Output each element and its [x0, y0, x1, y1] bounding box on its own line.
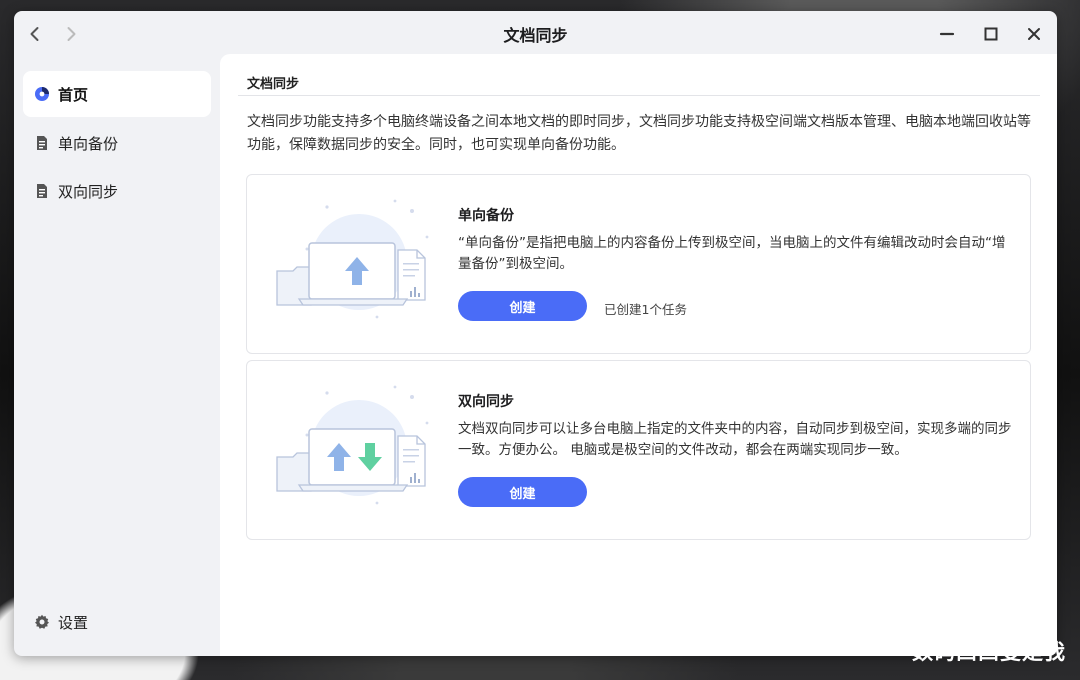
divider	[238, 95, 1040, 96]
home-icon	[34, 86, 50, 102]
sidebar-item-label: 双向同步	[58, 182, 119, 201]
upload-illustration	[276, 199, 429, 319]
close-icon	[1028, 28, 1040, 40]
sidebar-item-label: 单向备份	[58, 134, 119, 153]
sidebar-item-label: 设置	[58, 613, 89, 632]
main-content: 文档同步 文档同步功能支持多个电脑终端设备之间本地文档的即时同步，文档同步功能支…	[220, 54, 1057, 656]
sidebar-item-settings[interactable]: 设置	[23, 599, 211, 645]
document-icon	[34, 135, 50, 151]
sidebar-item-label: 首页	[58, 85, 89, 104]
title-bar: 文档同步	[14, 11, 1057, 55]
card-description: 文档双向同步可以让多台电脑上指定的文件夹中的内容，自动同步到极空间，实现多端的同…	[458, 421, 1012, 458]
gear-icon	[34, 614, 50, 630]
sidebar-item-two-way-sync[interactable]: 双向同步	[23, 168, 211, 214]
maximize-button[interactable]	[980, 23, 1002, 45]
section-title: 文档同步	[247, 77, 300, 92]
sync-illustration	[276, 385, 429, 505]
maximize-icon	[984, 27, 998, 41]
app-window: 文档同步 首页 单向备份 双向同步 设置 文档同步 文档同步功能支持多个电脑终端…	[14, 11, 1057, 656]
close-button[interactable]	[1023, 23, 1045, 45]
card-title: 单向备份	[458, 208, 514, 224]
one-way-backup-card: 单向备份 “单向备份”是指把电脑上的内容备份上传到极空间，当电脑上的文件有编辑改…	[246, 174, 1031, 354]
create-two-way-sync-button[interactable]: 创建	[458, 477, 587, 507]
sidebar-item-one-way-backup[interactable]: 单向备份	[23, 120, 211, 166]
watermark-text: 数码凹凸曼是我	[912, 640, 1066, 664]
create-one-way-backup-button[interactable]: 创建	[458, 291, 587, 321]
two-way-sync-card: 双向同步 文档双向同步可以让多台电脑上指定的文件夹中的内容，自动同步到极空间，实…	[246, 360, 1031, 540]
card-description: “单向备份”是指把电脑上的内容备份上传到极空间，当电脑上的文件有编辑改动时会自动…	[458, 235, 1006, 272]
card-title: 双向同步	[458, 394, 514, 410]
minimize-button[interactable]	[936, 23, 958, 45]
minimize-icon	[939, 32, 955, 36]
task-count-text: 已创建1个任务	[604, 302, 687, 317]
intro-text: 文档同步功能支持多个电脑终端设备之间本地文档的即时同步，文档同步功能支持极空间端…	[247, 114, 1031, 153]
sidebar: 首页 单向备份 双向同步 设置	[14, 55, 220, 656]
window-title: 文档同步	[503, 26, 568, 45]
sidebar-item-home[interactable]: 首页	[23, 71, 211, 117]
document-icon	[34, 183, 50, 199]
